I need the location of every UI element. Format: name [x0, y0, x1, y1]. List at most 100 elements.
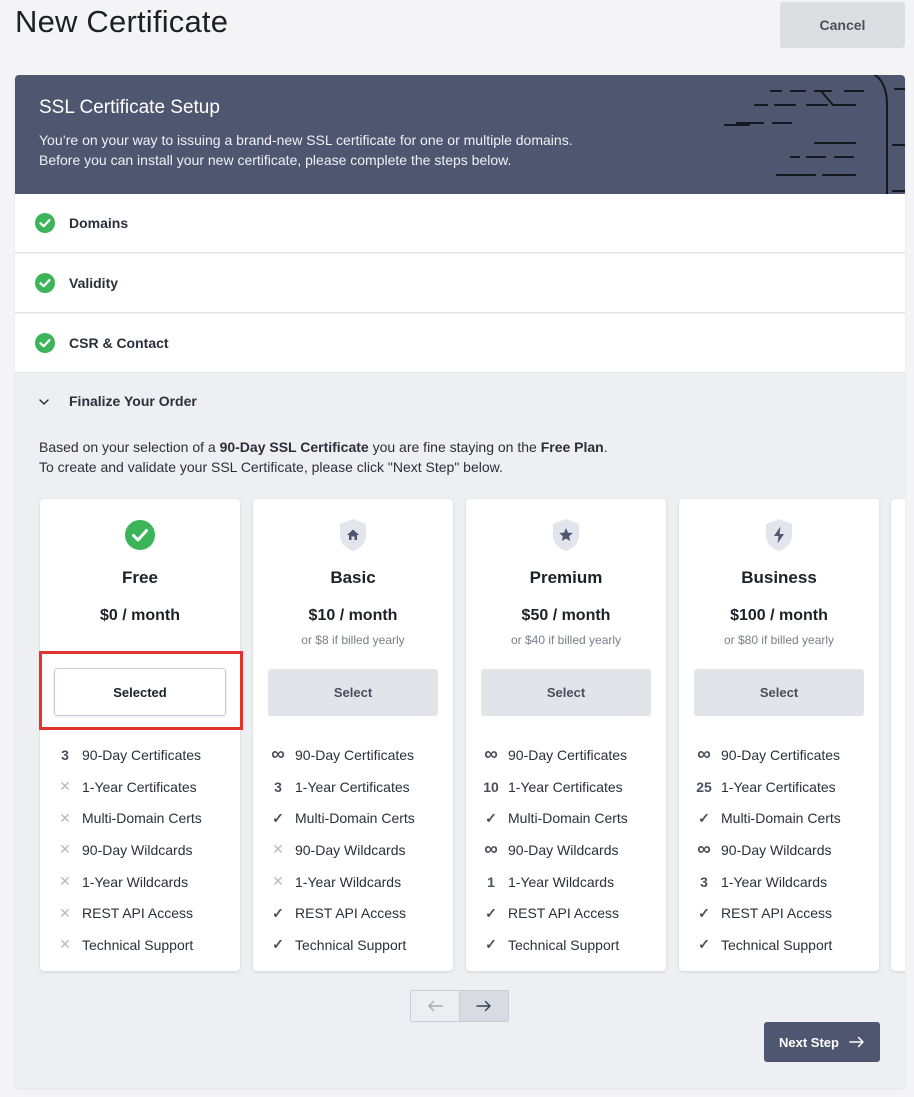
feature-label: 1-Year Certificates [295, 778, 410, 795]
cross-icon: ✕ [272, 841, 284, 858]
check-circle-icon [125, 520, 155, 550]
feature-item: 1 1-Year Wildcards [481, 866, 661, 898]
infinity-icon: ∞ [697, 743, 711, 765]
feature-item: ✕ 90-Day Wildcards [268, 834, 448, 866]
feature-label: Technical Support [721, 936, 833, 953]
plan-yearly-price: or $40 if billed yearly [510, 633, 622, 647]
step-label: Domains [69, 215, 129, 231]
feature-label: 90-Day Wildcards [82, 841, 193, 858]
next-plans-button[interactable] [459, 991, 508, 1021]
feature-item: ✓ REST API Access [268, 897, 448, 929]
feature-item: ✕ Technical Support [55, 929, 235, 961]
setup-panel: SSL Certificate Setup You’re on your way… [15, 75, 905, 1088]
cross-icon: ✕ [59, 873, 71, 890]
cross-icon: ✕ [59, 809, 71, 826]
feature-item: ∞ 90-Day Certificates [481, 739, 661, 771]
plan-card-free[interactable]: Free $0 / month Selected 3 90-Day Certifi… [40, 499, 240, 971]
feature-label: Technical Support [82, 936, 194, 953]
feature-label: Technical Support [508, 936, 620, 953]
cross-icon: ✕ [59, 778, 71, 795]
cross-icon: ✕ [59, 904, 71, 921]
feature-count: 25 [696, 778, 712, 795]
feature-item: ✕ 1-Year Wildcards [55, 866, 235, 898]
plan-carousel-pager [410, 990, 509, 1022]
feature-label: 1-Year Certificates [721, 778, 836, 795]
checkmark-icon: ✓ [272, 904, 284, 921]
feature-label: 1-Year Certificates [82, 778, 197, 795]
banner-line-2: Before you can install your new certific… [39, 152, 512, 168]
shield-star-icon [553, 519, 579, 551]
plan-card-basic[interactable]: Basic $10 / month or $8 if billed yearly… [253, 499, 453, 971]
next-step-label: Next Step [779, 1034, 839, 1050]
feature-item: ✕ 1-Year Wildcards [268, 866, 448, 898]
feature-item: ✕ Multi-Domain Certs [55, 802, 235, 834]
select-plan-button[interactable]: Select [268, 669, 438, 716]
select-plan-button[interactable]: Select [481, 669, 651, 716]
feature-count: 10 [483, 778, 499, 795]
feature-item: ∞ 90-Day Wildcards [481, 834, 661, 866]
feature-count: 3 [700, 873, 708, 890]
feature-item: 3 1-Year Wildcards [694, 866, 874, 898]
feature-label: 1-Year Certificates [508, 778, 623, 795]
setup-banner: SSL Certificate Setup You’re on your way… [15, 75, 905, 194]
feature-item: ✓ Multi-Domain Certs [481, 802, 661, 834]
feature-label: 90-Day Wildcards [721, 841, 832, 858]
feature-list: ∞ 90-Day Certificates 10 1-Year Certificat… [481, 739, 661, 961]
feature-label: 1-Year Wildcards [508, 873, 615, 890]
banner-line-1: You’re on your way to issuing a brand-ne… [39, 132, 573, 148]
cross-icon: ✕ [59, 841, 71, 858]
feature-label: Multi-Domain Certs [508, 810, 628, 827]
plan-name: Premium [529, 568, 603, 587]
arrow-right-icon [476, 1000, 491, 1012]
shield-bolt-icon [766, 519, 792, 551]
feature-item: ✓ Technical Support [481, 929, 661, 961]
feature-list: ∞ 90-Day Certificates 3 1-Year Certificate… [268, 739, 448, 961]
feature-count: 3 [61, 746, 69, 763]
next-step-button[interactable]: Next Step [764, 1022, 880, 1062]
previous-plans-button[interactable] [411, 991, 460, 1021]
feature-label: REST API Access [295, 905, 407, 922]
plan-yearly-price: or $8 if billed yearly [301, 633, 405, 647]
feature-count: 1 [487, 873, 495, 890]
arrow-right-icon [849, 1036, 864, 1048]
feature-item: ✓ Multi-Domain Certs [694, 802, 874, 834]
infinity-icon: ∞ [697, 838, 711, 860]
step-domains[interactable]: Domains [15, 194, 905, 253]
checkmark-icon: ✓ [485, 936, 497, 953]
feature-label: Multi-Domain Certs [295, 810, 415, 827]
feature-item: 3 1-Year Certificates [268, 771, 448, 803]
feature-label: Multi-Domain Certs [721, 810, 841, 827]
feature-item: ✓ Technical Support [694, 929, 874, 961]
plan-info-line-1: Based on your selection of a 90-Day SSL … [39, 439, 608, 455]
feature-item: ✓ REST API Access [481, 897, 661, 929]
checkmark-icon: ✓ [272, 936, 284, 953]
feature-item: ∞ 90-Day Certificates [268, 739, 448, 771]
feature-label: 90-Day Certificates [82, 746, 202, 763]
feature-label: Multi-Domain Certs [82, 810, 202, 827]
plan-name: Business [741, 568, 817, 587]
plan-price: $0 / month [99, 607, 180, 624]
checkmark-icon: ✓ [698, 809, 710, 826]
page-title: New Certificate [15, 4, 229, 39]
check-circle-icon [35, 273, 55, 293]
plan-card-business[interactable]: Business $100 / month or $80 if billed y… [679, 499, 879, 971]
plan-name: Free [122, 568, 158, 587]
select-plan-button[interactable]: Select [694, 669, 864, 716]
plan-card-premium[interactable]: Premium $50 / month or $40 if billed yea… [466, 499, 666, 971]
feature-item: 10 1-Year Certificates [481, 771, 661, 803]
feature-label: 90-Day Wildcards [295, 841, 406, 858]
shield-home-icon [340, 519, 366, 551]
selected-plan-button[interactable]: Selected [54, 668, 226, 716]
cancel-button[interactable]: Cancel [780, 2, 905, 48]
infinity-icon: ∞ [484, 838, 498, 860]
banner-description: You’re on your way to issuing a brand-ne… [39, 130, 573, 170]
plan-info-line-2: To create and validate your SSL Certific… [39, 459, 503, 475]
feature-item: ✓ REST API Access [694, 897, 874, 929]
cross-icon: ✕ [272, 873, 284, 890]
arrow-left-icon [428, 1000, 443, 1012]
step-csr-contact[interactable]: CSR & Contact [15, 314, 905, 373]
step-finalize-order[interactable]: Finalize Your Order [15, 374, 905, 430]
step-validity[interactable]: Validity [15, 254, 905, 313]
feature-label: 1-Year Wildcards [295, 873, 402, 890]
step-label: Validity [69, 275, 119, 291]
